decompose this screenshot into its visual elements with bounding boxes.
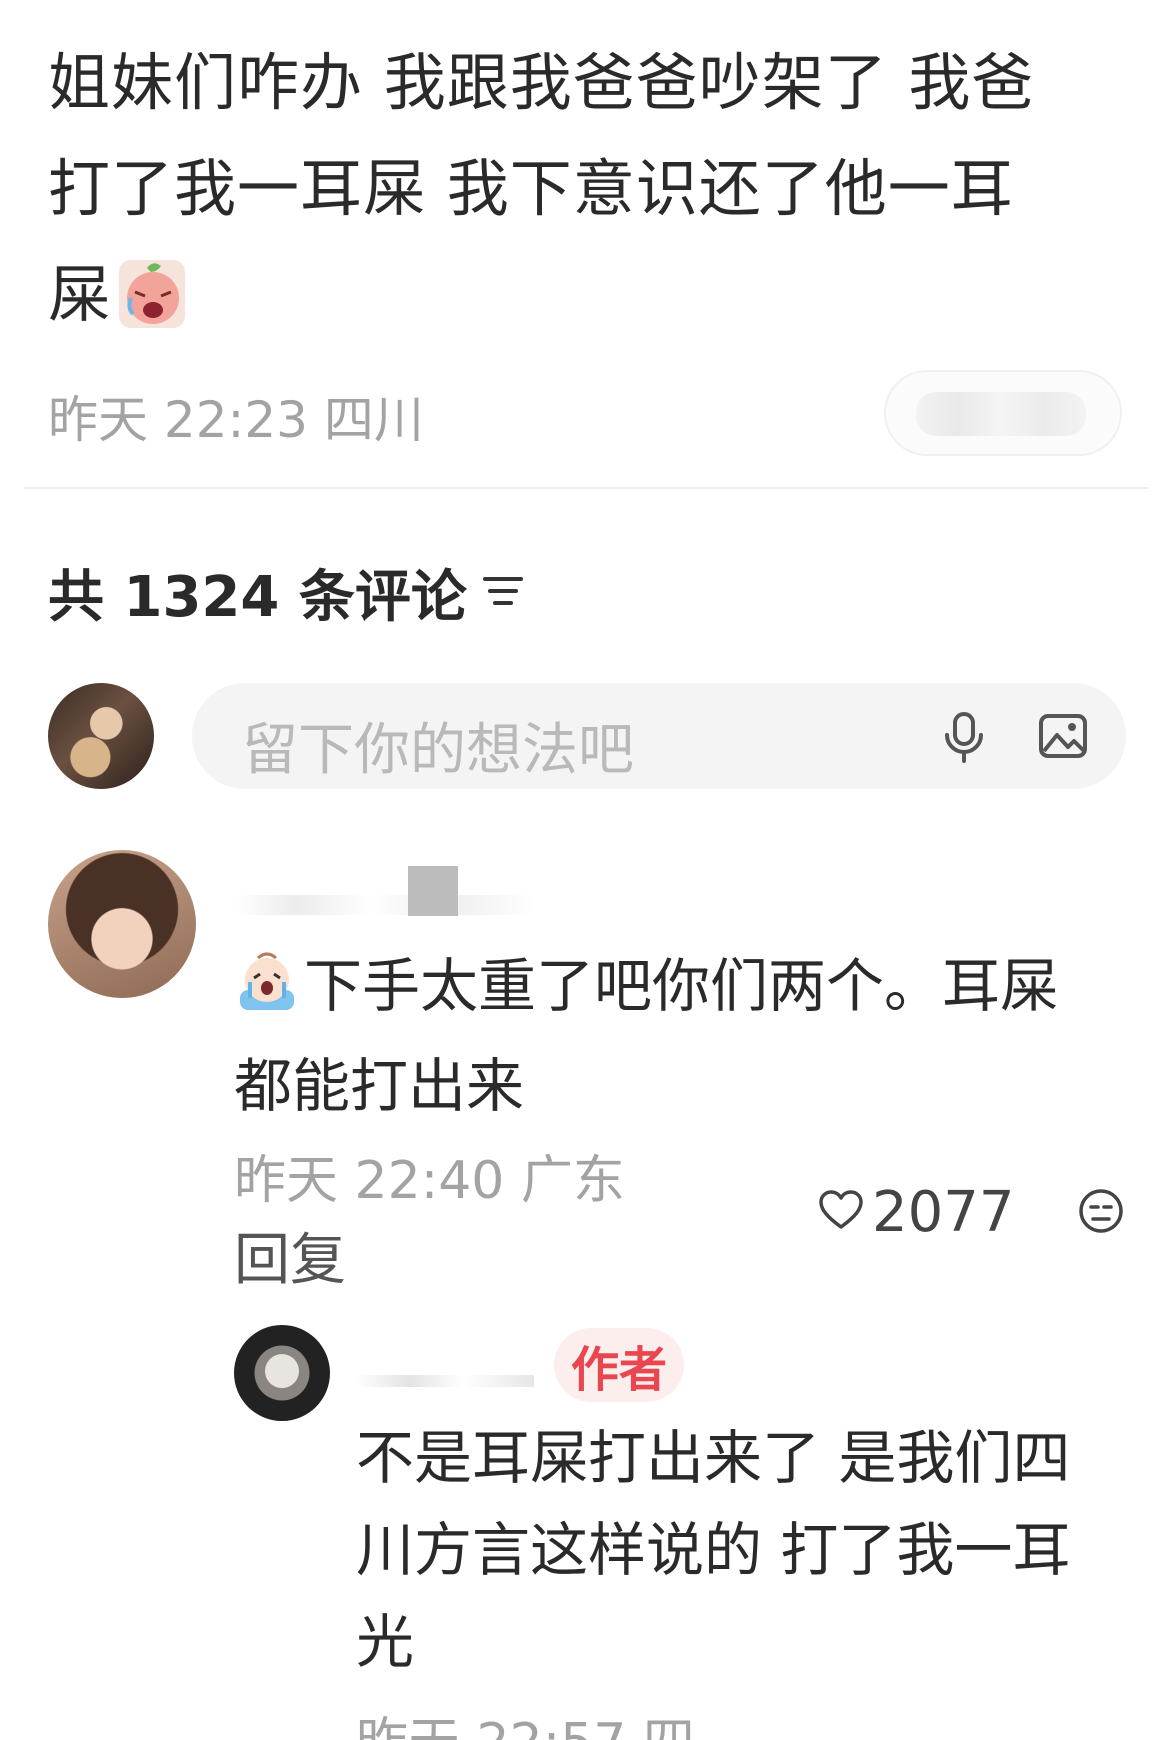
post-line: 姐妹们咋办 我跟我爸爸吵架了 我爸 <box>48 46 1035 119</box>
comment-text: 下手太重了吧你们两个。耳屎 都能打出来 <box>234 940 1114 1132</box>
comment-time-location: 昨天 22:40 广东 <box>234 1151 625 1211</box>
microphone-icon[interactable] <box>942 711 986 767</box>
reply-line: 不是耳屎打出来了 是我们四 <box>356 1424 1071 1492</box>
blurred-action-pill[interactable] <box>884 370 1122 456</box>
crying-baby-emoji-icon <box>234 948 300 1040</box>
comment-count-label: 共 1324 条评论 <box>48 565 467 630</box>
author-avatar[interactable] <box>234 1325 330 1421</box>
like-count: 2077 <box>872 1180 1015 1245</box>
neutral-face-icon[interactable] <box>1078 1188 1124 1238</box>
reply-line: 川方言这样说的 打了我一耳 <box>356 1516 1071 1584</box>
divider <box>24 487 1148 489</box>
reply-time-location: 昨天 22:57 四 <box>356 1700 695 1740</box>
like-button[interactable]: 2077 <box>818 1180 1015 1245</box>
reply-button[interactable]: 回复 <box>234 1215 346 1296</box>
comment-line: 下手太重了吧你们两个。耳屎 <box>234 940 1114 1040</box>
post-time-location: 昨天 22:23 四川 <box>48 391 424 449</box>
comment-input-placeholder: 留下你的想法吧 <box>242 718 634 783</box>
comment-line: 都能打出来 <box>234 1052 525 1120</box>
post-line: 打了我一耳屎 我下意识还了他一耳 <box>48 152 1014 225</box>
image-icon[interactable] <box>1038 713 1088 763</box>
post-content: 姐妹们咋办 我跟我爸爸吵架了 我爸 打了我一耳屎 我下意识还了他一耳 屎 <box>48 30 1128 362</box>
author-badge: 作者 <box>554 1328 684 1402</box>
comment-count-header: 共 1324 条评论 <box>48 552 525 633</box>
comment-input[interactable]: 留下你的想法吧 <box>192 683 1126 789</box>
reply-text: 不是耳屎打出来了 是我们四 川方言这样说的 打了我一耳 光 <box>356 1412 1146 1688</box>
post-line-text: 屎 <box>48 258 112 331</box>
commenter-avatar[interactable] <box>48 850 196 998</box>
username-mask <box>408 866 458 916</box>
heart-icon <box>818 1180 864 1245</box>
comment-screen: 姐妹们咋办 我跟我爸爸吵架了 我爸 打了我一耳屎 我下意识还了他一耳 屎 昨天 … <box>0 0 1169 1740</box>
reply-line: 光 <box>356 1608 415 1676</box>
crying-peach-emoji-icon <box>117 256 187 362</box>
current-user-avatar[interactable] <box>48 683 154 789</box>
blurred-username[interactable] <box>236 895 536 915</box>
filter-lines-icon[interactable] <box>481 560 525 625</box>
blurred-username[interactable] <box>356 1375 534 1387</box>
post-line: 屎 <box>48 242 1128 362</box>
comment-line-text: 下手太重了吧你们两个。耳屎 <box>304 952 1059 1020</box>
